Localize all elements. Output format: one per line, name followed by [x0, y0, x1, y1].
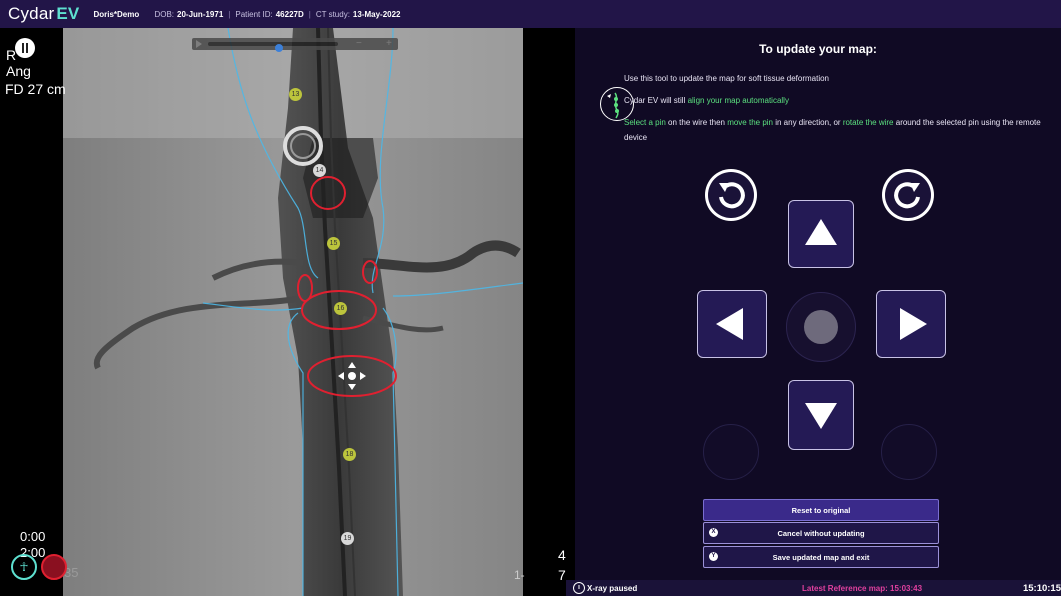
cancel-without-updating-button[interactable]: X Cancel without updating — [703, 522, 939, 544]
edge-number-1: 4 — [558, 547, 566, 563]
plus-icon[interactable]: + — [386, 38, 392, 49]
arrow-right-icon — [900, 308, 927, 340]
ct-study-label: CT study: — [315, 9, 350, 19]
edge-number-2: 7 — [558, 567, 566, 583]
body-icon[interactable]: ☥ — [11, 554, 37, 580]
xray-status: X-ray paused — [587, 584, 638, 593]
pin-marker[interactable]: 16 — [334, 302, 347, 315]
reference-map-time: Latest Reference map: 15:03:43 — [802, 584, 923, 593]
scrubber-track[interactable] — [208, 42, 338, 52]
arrow-left-icon — [716, 308, 743, 340]
dob-label: DOB: — [154, 9, 175, 19]
save-and-exit-button[interactable]: Y Save updated map and exit — [703, 546, 939, 568]
playback-scrubber[interactable]: − + — [192, 38, 398, 52]
save-badge-icon: Y — [709, 552, 718, 561]
xray-graphic — [63, 28, 523, 596]
patient-id-value: 46227D — [275, 9, 304, 19]
rotate-clockwise-button[interactable] — [882, 169, 934, 221]
angle-secondary: 0° — [82, 65, 95, 80]
patient-name: Doris*Demo — [93, 9, 140, 19]
inactive-button-right — [881, 424, 937, 480]
pin-marker[interactable]: 13 — [289, 88, 302, 101]
cancel-label: Cancel without updating — [777, 528, 865, 538]
joystick-center[interactable] — [786, 292, 856, 362]
reset-to-original-button[interactable]: Reset to original — [703, 499, 939, 521]
ct-study-value: 13-May-2022 — [352, 9, 401, 19]
inactive-button-left — [703, 424, 759, 480]
pause-icon: II — [573, 582, 585, 594]
vessel-icon[interactable] — [41, 554, 67, 580]
cancel-badge-icon: X — [709, 528, 718, 537]
orientation-ang: Ang — [6, 63, 31, 79]
move-down-button[interactable] — [788, 380, 854, 450]
time-readout-1: 0:00 — [20, 529, 46, 544]
play-icon[interactable] — [196, 40, 202, 48]
minus-icon[interactable]: − — [356, 38, 362, 49]
pin-marker[interactable]: 18 — [343, 448, 356, 461]
instruction-line-3: Select a pin on the wire then move the p… — [624, 118, 1041, 142]
pin-marker[interactable]: 15 — [327, 237, 340, 250]
rotate-counterclockwise-icon — [708, 172, 754, 218]
xray-image[interactable]: 13 14 15 16 18 19 — [63, 28, 523, 596]
arrow-down-icon — [805, 403, 837, 429]
rotate-counterclockwise-button[interactable] — [705, 169, 757, 221]
save-label: Save updated map and exit — [772, 552, 870, 562]
pin-marker[interactable]: 19 — [341, 532, 354, 545]
pin-marker[interactable]: 14 — [313, 164, 326, 177]
top-bar: Cydar EV Doris*Demo DOB: 20-Jun-1971 | Pa… — [0, 0, 1061, 28]
app-logo: Cydar EV — [8, 4, 80, 23]
angle-primary: 0° — [82, 49, 95, 64]
scrubber-knob[interactable] — [275, 44, 283, 52]
edge-tick: 1- — [514, 568, 525, 582]
reset-label: Reset to original — [791, 505, 851, 515]
instruction-line-2: Cydar EV will still align your map autom… — [624, 96, 789, 105]
map-update-panel: To update your map: Use this tool to upd… — [575, 28, 1061, 580]
move-left-button[interactable] — [697, 290, 767, 358]
panel-title: To update your map: — [759, 42, 877, 56]
move-right-button[interactable] — [876, 290, 946, 358]
move-up-button[interactable] — [788, 200, 854, 268]
pause-toggle-icon[interactable] — [15, 38, 35, 58]
clock: 15:10:15 — [1022, 583, 1061, 594]
status-bar: II X-ray paused Latest Reference map: 15… — [566, 580, 1061, 596]
patient-id-label: Patient ID: — [235, 9, 273, 19]
fd-label: FD 27 cm — [5, 81, 66, 97]
joystick-knob[interactable] — [804, 310, 838, 344]
rotate-clockwise-icon — [885, 172, 931, 218]
instruction-line-1: Use this tool to update the map for soft… — [624, 74, 829, 83]
arrow-up-icon — [805, 219, 837, 245]
dob-value: 20-Jun-1971 — [177, 9, 224, 19]
